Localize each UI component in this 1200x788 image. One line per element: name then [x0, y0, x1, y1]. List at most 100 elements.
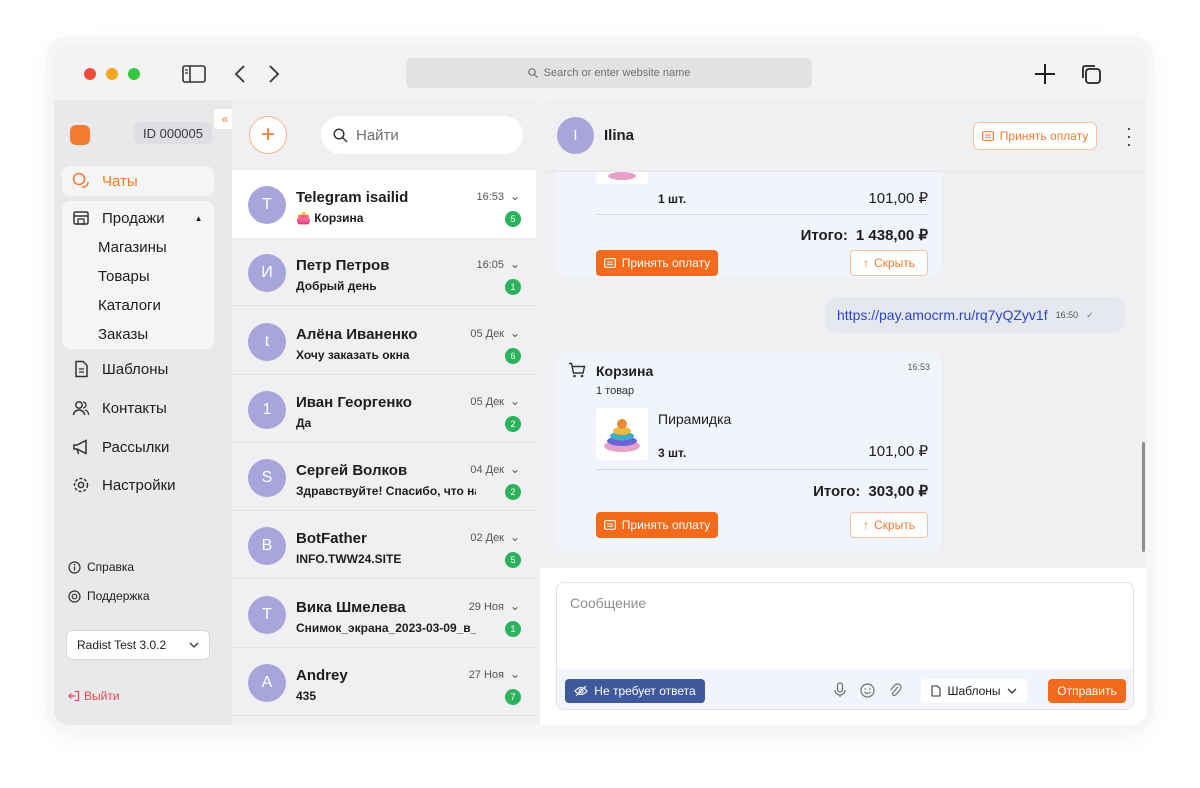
- button-label: Скрыть: [874, 518, 915, 532]
- no-reply-needed-button[interactable]: Не требует ответа: [565, 679, 705, 703]
- button-label: Принять оплату: [621, 518, 711, 532]
- support-label: Поддержка: [87, 589, 150, 603]
- megaphone-icon: [72, 438, 90, 456]
- support-link[interactable]: Поддержка: [68, 589, 150, 603]
- forward-icon[interactable]: [260, 60, 288, 88]
- accept-payment-button[interactable]: Принять оплату: [596, 512, 718, 538]
- chat-name: Вика Шмелева: [296, 599, 406, 616]
- hide-button[interactable]: ↑ Скрыть: [850, 512, 928, 538]
- chevron-down-icon[interactable]: ⌄: [510, 257, 520, 271]
- payment-link[interactable]: https://pay.amocrm.ru/rq7yQZyv1f: [837, 307, 1048, 323]
- sidebar-item-sales[interactable]: Продажи ▲: [62, 203, 214, 233]
- back-icon[interactable]: [226, 60, 254, 88]
- chat-name: Сергей Волков: [296, 462, 408, 479]
- total-value: 1 438,00 ₽: [855, 227, 928, 244]
- chevron-down-icon[interactable]: ⌄: [510, 189, 520, 203]
- arrow-up-icon: ↑: [863, 518, 870, 532]
- unread-badge: 5: [505, 211, 521, 227]
- chat-last-message: 👛 Корзина: [296, 211, 364, 225]
- contact-name: Ilina: [604, 127, 635, 144]
- sidebar-item-goods[interactable]: Товары: [98, 268, 150, 285]
- unread-badge: 2: [505, 416, 521, 432]
- sidebar-item-catalogs[interactable]: Каталоги: [98, 297, 161, 314]
- product-quantity: 3 шт.: [658, 446, 687, 460]
- cart-icon: [568, 362, 586, 383]
- avatar: S: [248, 459, 286, 497]
- chat-list-item[interactable]: t Алёна Иваненко Хочу заказать окна 05 Д…: [232, 307, 536, 375]
- unread-badge: 7: [505, 689, 521, 705]
- document-icon: [72, 360, 90, 378]
- chevron-down-icon[interactable]: ⌄: [510, 394, 520, 408]
- chevron-down-icon[interactable]: ⌄: [510, 326, 520, 340]
- scrollbar[interactable]: [1142, 442, 1145, 552]
- chat-time: 27 Ноя: [468, 669, 504, 681]
- chevron-down-icon[interactable]: ⌄: [510, 599, 520, 613]
- sidebar-item-mailings[interactable]: Рассылки: [62, 432, 214, 462]
- product-image: [596, 408, 648, 460]
- paperclip-icon[interactable]: [886, 681, 904, 699]
- sidebar-item-templates[interactable]: Шаблоны: [62, 354, 214, 384]
- sidebar-item-chats[interactable]: Чаты: [62, 166, 214, 196]
- new-tab-icon[interactable]: [1031, 60, 1059, 88]
- cart-title: Корзина: [596, 363, 654, 379]
- sidebar-item-orders[interactable]: Заказы: [98, 326, 148, 343]
- info-icon: [68, 560, 81, 574]
- more-options-icon[interactable]: · · ·: [1126, 119, 1132, 153]
- chevron-down-icon[interactable]: ⌄: [510, 530, 520, 544]
- chat-list-item[interactable]: S Сергей Волков Здравствуйте! Спасибо, ч…: [232, 443, 536, 511]
- search-input[interactable]: Найти: [321, 116, 523, 154]
- minimize-window-button[interactable]: [106, 68, 118, 80]
- new-chat-button[interactable]: +: [249, 116, 287, 154]
- maximize-window-button[interactable]: [128, 68, 140, 80]
- total-label: Итого:: [813, 483, 861, 500]
- accept-payment-button[interactable]: Принять оплату: [596, 250, 718, 276]
- chat-list-item[interactable]: B BotFather INFO.TWW24.SITE 02 Дек ⌄ 5: [232, 511, 536, 579]
- sidebar-item-label: Настройки: [102, 476, 176, 494]
- avatar: B: [248, 527, 286, 565]
- message-composer[interactable]: Сообщение Не требует ответа Шаблоны Отпр…: [556, 582, 1134, 710]
- browser-window: Search or enter website name ID 000005 «…: [54, 44, 1146, 725]
- order-card: 1 шт. 101,00 ₽ Итого: 1 438,00 ₽ Принять …: [556, 172, 942, 278]
- lifebuoy-icon: [68, 589, 81, 603]
- logout-button[interactable]: Выйти: [68, 689, 120, 703]
- product-quantity: 1 шт.: [658, 192, 687, 206]
- chat-list-item[interactable]: T Вика Шмелева Снимок_экрана_2023-03-09_…: [232, 580, 536, 648]
- composer-toolbar: Не требует ответа Шаблоны Отправить: [557, 669, 1133, 709]
- address-bar[interactable]: Search or enter website name: [406, 58, 812, 88]
- microphone-icon[interactable]: [831, 681, 849, 699]
- hide-button[interactable]: ↑ Скрыть: [850, 250, 928, 276]
- sidebar-item-contacts[interactable]: Контакты: [62, 393, 214, 423]
- tabs-overview-icon[interactable]: [1077, 60, 1105, 88]
- emoji-icon[interactable]: [858, 681, 876, 699]
- chevron-down-icon[interactable]: ⌄: [510, 462, 520, 476]
- chat-list-item[interactable]: И Петр Петров Добрый день 16:05 ⌄ 1: [232, 238, 536, 306]
- send-button[interactable]: Отправить: [1048, 679, 1126, 703]
- chat-list-item[interactable]: A Andrey 435 27 Ноя ⌄ 7: [232, 648, 536, 716]
- chat-list-item[interactable]: 1 Иван Георгенко Да 05 Дек ⌄ 2: [232, 375, 536, 443]
- chevron-down-icon: [189, 642, 199, 648]
- app: ID 000005 « Чаты Продажи ▲ Магазины Това…: [54, 100, 1146, 725]
- chat-list-item[interactable]: T Telegram isailid 👛 Корзина 16:53 ⌄ 5: [232, 170, 536, 238]
- chevron-down-icon[interactable]: ⌄: [510, 667, 520, 681]
- sidebar-item-settings[interactable]: Настройки: [62, 470, 214, 500]
- chat-name: Andrey: [296, 667, 348, 684]
- sidebar-toggle-icon[interactable]: [180, 60, 208, 88]
- chat-list-panel: + Найти T Telegram isailid 👛 Корзина 16:…: [232, 100, 540, 725]
- chat-last-message: Хочу заказать окна: [296, 348, 410, 362]
- help-link[interactable]: Справка: [68, 560, 134, 574]
- avatar: T: [248, 186, 286, 224]
- sidebar-item-shops[interactable]: Магазины: [98, 239, 167, 256]
- account-id: ID 000005: [134, 122, 212, 144]
- templates-dropdown[interactable]: Шаблоны: [921, 679, 1027, 703]
- close-window-button[interactable]: [84, 68, 96, 80]
- chat-last-message: Здравствуйте! Спасибо, что написали: [296, 484, 476, 498]
- chat-time: 16:05: [476, 259, 504, 271]
- accept-payment-button[interactable]: Принять оплату: [973, 122, 1097, 150]
- sidebar-item-label: Чаты: [102, 172, 138, 190]
- browser-toolbar: Search or enter website name: [54, 44, 1146, 100]
- unread-badge: 5: [505, 552, 521, 568]
- version-select[interactable]: Radist Test 3.0.2: [66, 630, 210, 660]
- gear-icon: [72, 476, 90, 494]
- chat-time: 16:53: [476, 191, 504, 203]
- avatar: I: [557, 117, 594, 154]
